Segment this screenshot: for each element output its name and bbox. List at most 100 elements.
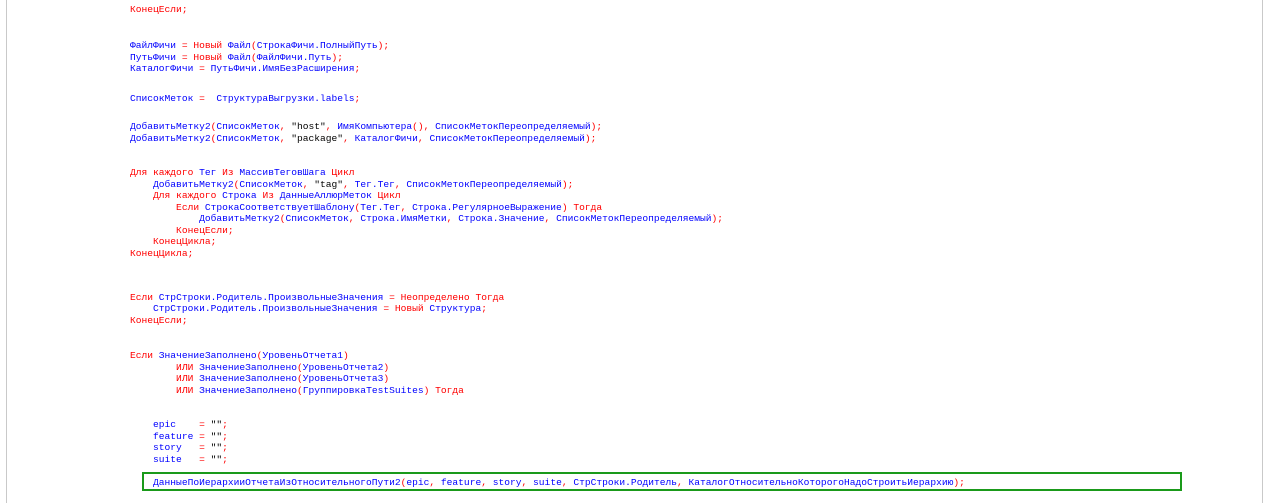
code-line[interactable]: КонецЦикла;: [130, 236, 216, 247]
code-token: =: [199, 419, 211, 430]
code-token: Строка: [222, 190, 263, 201]
code-token: = Новый: [383, 303, 424, 314]
code-line[interactable]: ПутьФичи = Новый Файл(ФайлФичи.Путь);: [130, 52, 343, 63]
code-token: ФайлФичи.Путь: [256, 52, 332, 63]
left-border: [6, 0, 7, 503]
code-token: Тег.Тег: [354, 179, 395, 190]
code-token: КаталогФичи: [354, 133, 418, 144]
code-token: СтрСтроки.Родитель.ПроизвольныеЗначения: [158, 292, 390, 303]
code-token: КонецЦикла;: [130, 248, 194, 259]
code-line[interactable]: [130, 156, 136, 167]
code-token: "tag": [314, 179, 344, 190]
code-token: ИмяКомпьютера: [337, 121, 413, 132]
code-token: СтрокаФичи.ПолныйПуть: [256, 40, 378, 51]
code-line[interactable]: suite = "";: [130, 454, 228, 465]
code-line[interactable]: Если СтрСтроки.Родитель.ПроизвольныеЗнач…: [130, 292, 504, 303]
code-token: МассивТеговШага: [239, 167, 332, 178]
code-token: КонецЕсли;: [130, 315, 188, 326]
code-token: "": [210, 442, 223, 453]
code-token: ): [383, 362, 390, 373]
code-token: ): [383, 373, 390, 384]
code-token: ,: [343, 133, 355, 144]
code-line[interactable]: КонецЕсли;: [130, 315, 188, 326]
code-token: ГруппировкаTestSuites: [302, 385, 424, 396]
code-token: Тег: [199, 167, 223, 178]
code-token: СписокМетокПереопределяемый: [556, 213, 712, 224]
code-token: СтрСтроки.Родитель.ПроизвольныеЗначения: [130, 303, 384, 314]
code-token: УровеньОтчета3: [302, 373, 384, 384]
code-token: ИЛИ: [130, 362, 200, 373]
code-token: Из: [222, 167, 240, 178]
code-token: ,: [544, 213, 557, 224]
code-line[interactable]: КонецЕсли;: [130, 4, 188, 15]
code-token: =: [199, 431, 211, 442]
code-line[interactable]: Если ЗначениеЗаполнено(УровеньОтчета1): [130, 350, 349, 361]
code-line[interactable]: Для каждого Строка Из ДанныеАллюрМеток Ц…: [130, 190, 401, 201]
code-line[interactable]: [130, 110, 136, 121]
code-token: СписокМетокПереопределяемый: [435, 121, 591, 132]
code-line[interactable]: [130, 396, 136, 407]
code-line[interactable]: КонецЦикла;: [130, 248, 193, 259]
code-editor[interactable]: КонецЕсли; ФайлФичи = Новый Файл(СтрокаФ…: [0, 0, 1280, 503]
code-line[interactable]: [130, 338, 136, 349]
code-line[interactable]: Если СтрокаСоответствуетШаблону(Тег.Тег,…: [130, 202, 602, 213]
code-token: СписокМеток: [216, 133, 280, 144]
code-line[interactable]: feature = "";: [130, 431, 228, 442]
code-token: ) Тогда: [423, 385, 464, 396]
code-token: ;: [222, 419, 228, 430]
code-token: СтруктураВыгрузки.labels: [204, 93, 355, 104]
code-token: ,: [279, 133, 292, 144]
code-token: ДанныеАллюрМеток: [279, 190, 378, 201]
code-token: ДобавитьМетку2: [130, 133, 211, 144]
code-token: );: [590, 121, 603, 132]
code-line[interactable]: СтрСтроки.Родитель.ПроизвольныеЗначения …: [130, 303, 487, 314]
code-token: story: [130, 442, 200, 453]
code-token: ;: [222, 454, 228, 465]
code-line[interactable]: ФайлФичи = Новый Файл(СтрокаФичи.ПолныйП…: [130, 40, 389, 51]
code-token: =: [199, 454, 211, 465]
code-token: ЗначениеЗаполнено: [199, 362, 297, 373]
code-line[interactable]: ДобавитьМетку2(СписокМеток, Строка.ИмяМе…: [130, 213, 723, 224]
code-token: ПутьФичи.ИмяБезРасширения: [204, 63, 355, 74]
code-line[interactable]: ИЛИ ЗначениеЗаполнено(УровеньОтчета2): [130, 362, 389, 373]
code-token: УровеньОтчета1: [262, 350, 344, 361]
code-token: Тег.Тег: [360, 202, 401, 213]
code-token: ;: [354, 63, 361, 74]
code-token: КаталогФичи: [130, 63, 200, 74]
code-token: = Новый: [181, 52, 223, 63]
code-token: ЗначениеЗаполнено: [199, 373, 297, 384]
code-token: feature: [130, 431, 200, 442]
code-token: Цикл: [331, 167, 355, 178]
code-token: "host": [291, 121, 326, 132]
code-line[interactable]: ИЛИ ЗначениеЗаполнено(ГруппировкаTestSui…: [130, 385, 464, 396]
code-line[interactable]: Для каждого Тег Из МассивТеговШага Цикл: [130, 167, 355, 178]
code-line[interactable]: epic = "";: [130, 419, 228, 430]
code-token: ,: [325, 121, 338, 132]
code-token: Строка.ИмяМетки: [360, 213, 447, 224]
code-line[interactable]: ДобавитьМетку2(СписокМеток, "host", ИмяК…: [130, 121, 602, 132]
code-token: СписокМеток: [216, 121, 280, 132]
code-token: "": [210, 431, 223, 442]
code-line[interactable]: [130, 259, 136, 270]
code-token: КонецЦикла;: [130, 236, 217, 247]
code-line[interactable]: ИЛИ ЗначениеЗаполнено(УровеньОтчета3): [130, 373, 389, 384]
code-line[interactable]: СписокМеток = СтруктураВыгрузки.labels;: [130, 93, 360, 104]
code-line[interactable]: ДобавитьМетку2(СписокМеток, "package", К…: [130, 133, 596, 144]
code-token: ,: [343, 179, 355, 190]
code-line[interactable]: КонецЕсли;: [130, 225, 234, 236]
code-token: =: [199, 442, 211, 453]
code-token: ФайлФичи: [130, 40, 182, 51]
code-line[interactable]: [130, 29, 136, 40]
code-token: ИЛИ: [130, 385, 200, 396]
highlighted-line-box: [142, 472, 1182, 491]
code-token: ,: [417, 133, 430, 144]
code-token: ,: [446, 213, 459, 224]
code-token: Если: [130, 202, 205, 213]
code-line[interactable]: КаталогФичи = ПутьФичи.ИмяБезРасширения;: [130, 63, 360, 74]
code-line[interactable]: ДобавитьМетку2(СписокМеток, "tag", Тег.Т…: [130, 179, 573, 190]
code-token: КонецЕсли;: [130, 225, 234, 236]
code-token: Если: [130, 350, 159, 361]
code-token: ЗначениеЗаполнено: [199, 385, 297, 396]
code-token: ,: [394, 179, 407, 190]
code-line[interactable]: story = "";: [130, 442, 228, 453]
